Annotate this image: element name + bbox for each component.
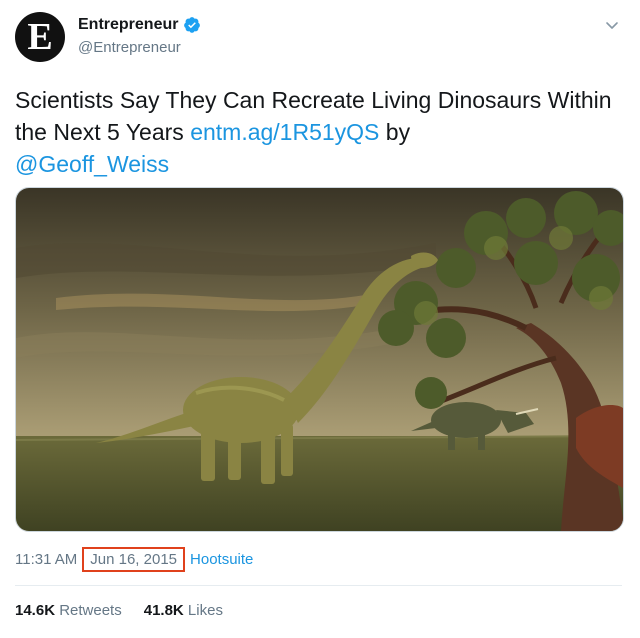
tweet-time[interactable]: 11:31 AM bbox=[15, 551, 77, 568]
divider bbox=[15, 585, 622, 586]
likes-stat[interactable]: 41.8K Likes bbox=[144, 602, 223, 619]
tweet-meta: 11:31 AM Jun 16, 2015 Hootsuite bbox=[15, 547, 253, 572]
tweet-by-text: by bbox=[379, 119, 411, 145]
verified-badge-icon bbox=[184, 17, 201, 33]
tweet-stats: 14.6K Retweets 41.8K Likes bbox=[15, 602, 245, 619]
tweet-link[interactable]: entm.ag/1R51yQS bbox=[190, 119, 379, 145]
tweet-media-image[interactable] bbox=[15, 187, 624, 532]
retweets-stat[interactable]: 14.6K Retweets bbox=[15, 602, 122, 619]
tweet-source[interactable]: Hootsuite bbox=[190, 551, 253, 568]
tweet-date-highlighted[interactable]: Jun 16, 2015 bbox=[82, 547, 186, 572]
retweets-label: Retweets bbox=[55, 602, 122, 619]
author-name-row: Entrepreneur bbox=[78, 16, 201, 34]
chevron-down-icon[interactable] bbox=[604, 17, 620, 33]
likes-count: 41.8K bbox=[143, 602, 184, 619]
tweet-text: Scientists Say They Can Recreate Living … bbox=[15, 84, 615, 180]
avatar[interactable]: E bbox=[15, 12, 65, 62]
avatar-letter: E bbox=[27, 16, 53, 58]
dinosaur-scene-image bbox=[16, 188, 623, 531]
tweet-mention[interactable]: @Geoff_Weiss bbox=[15, 151, 169, 177]
author-handle[interactable]: @Entrepreneur bbox=[78, 39, 181, 56]
retweets-count: 14.6K bbox=[15, 602, 56, 619]
likes-label: Likes bbox=[183, 602, 223, 619]
display-name[interactable]: Entrepreneur bbox=[78, 16, 178, 34]
tweet-card: E Entrepreneur @Entrepreneur Scientists … bbox=[0, 0, 640, 638]
